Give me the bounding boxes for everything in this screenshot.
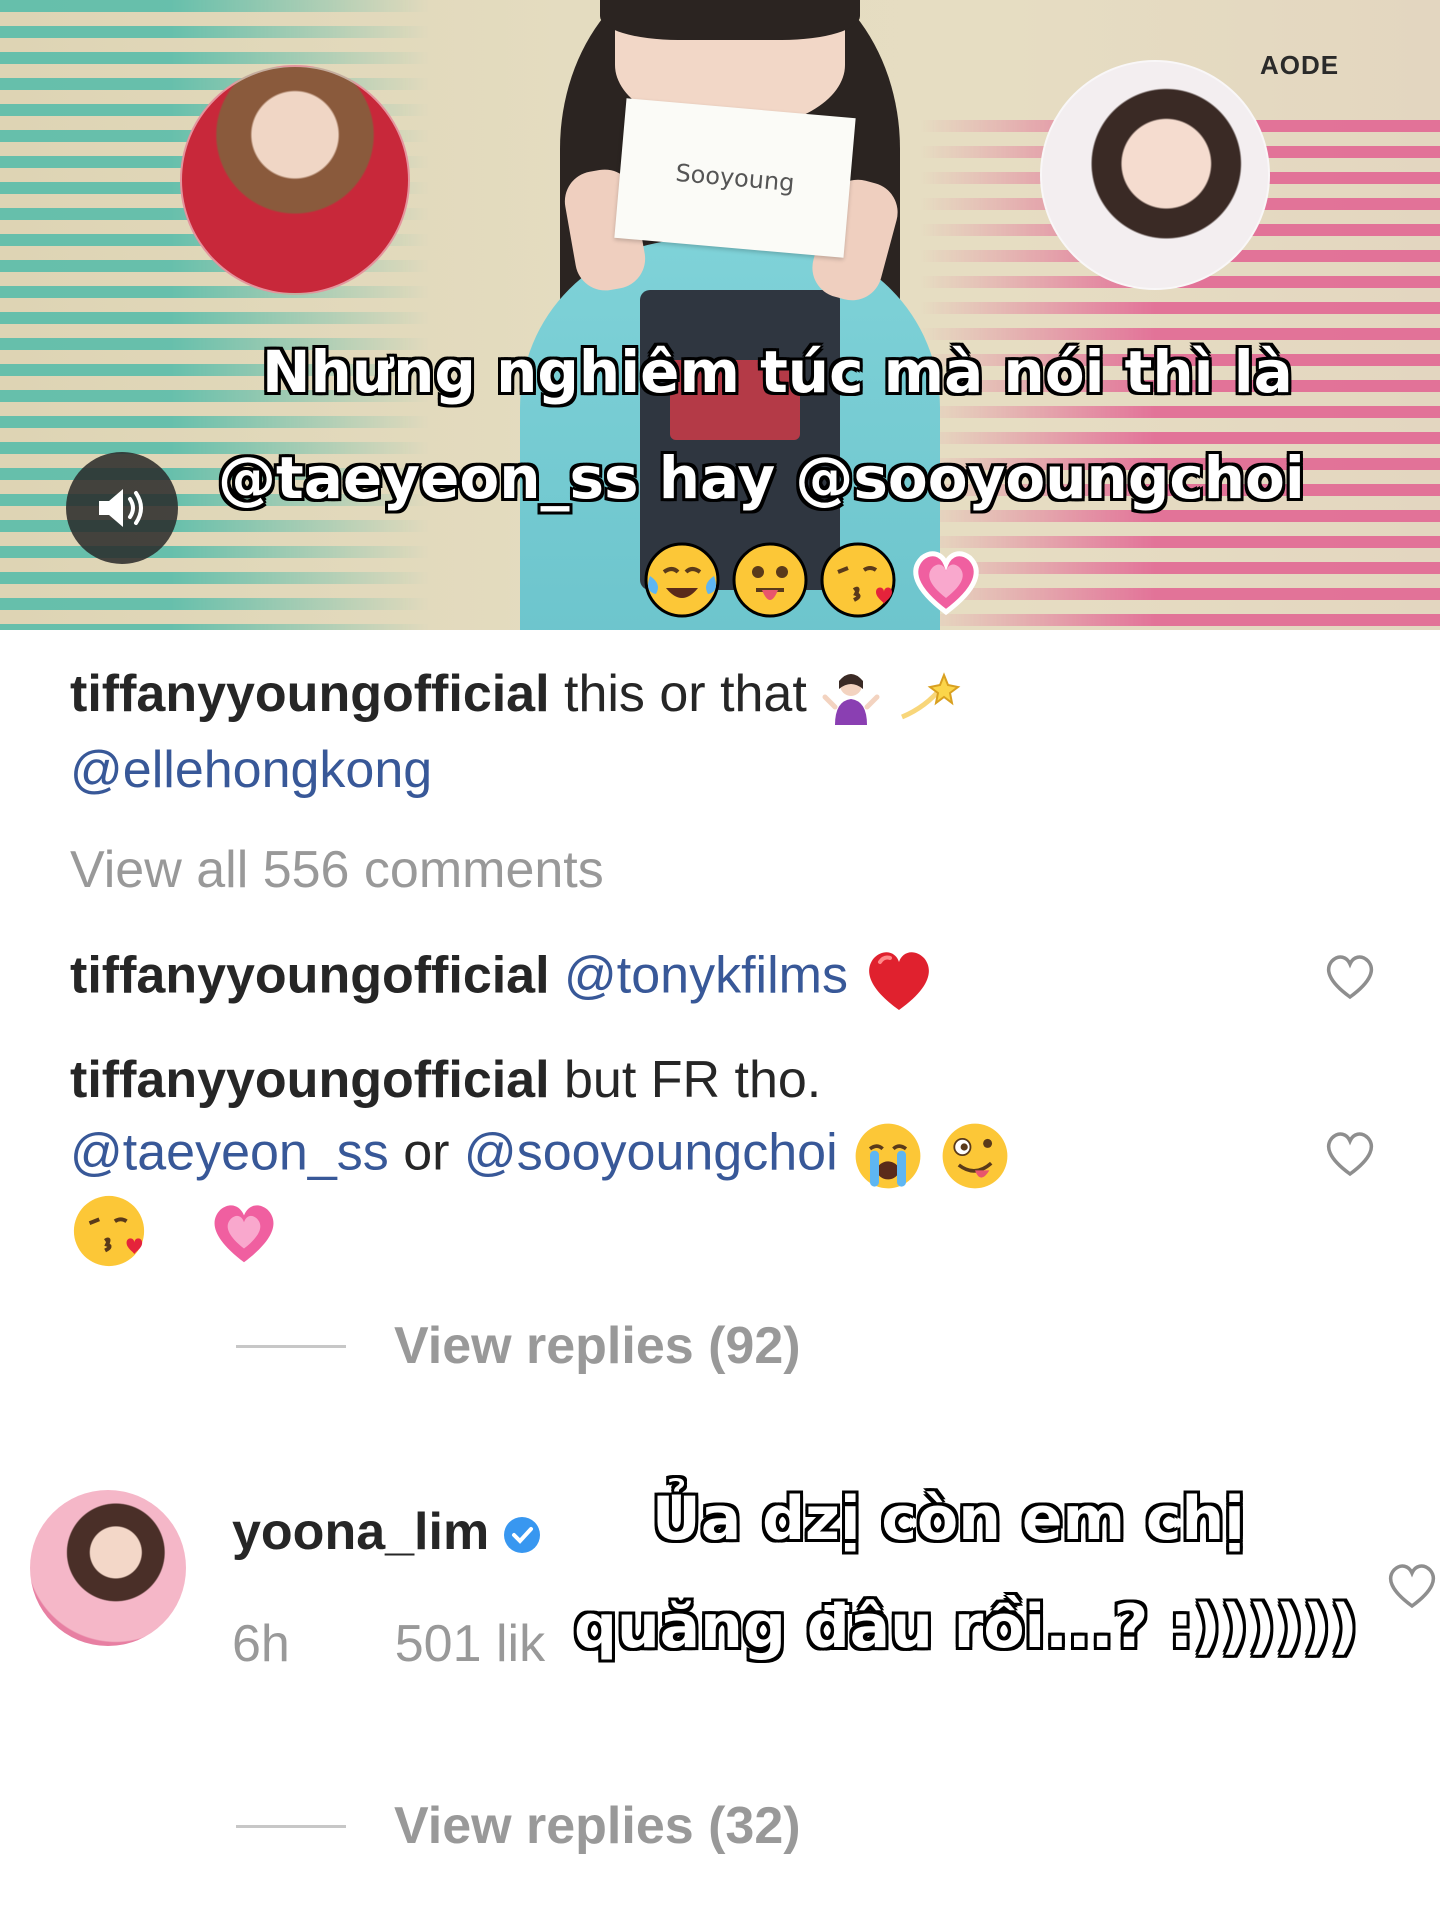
person-shrugging-icon [822, 674, 880, 726]
comment-2-username[interactable]: tiffanyyoungofficial [70, 1051, 550, 1109]
view-replies-label[interactable]: View replies (92) [394, 1316, 801, 1376]
growing-heart-icon [214, 1205, 274, 1263]
view-replies-32[interactable]: View replies (32) [236, 1796, 801, 1856]
comment-2-mention-1[interactable]: @taeyeon_ss [70, 1124, 389, 1182]
like-heart-icon[interactable] [1384, 1560, 1440, 1610]
face-blowing-kiss-icon [73, 1195, 145, 1267]
view-all-comments-link[interactable]: View all 556 comments [70, 840, 604, 900]
comment-2-line1: tiffanyyoungofficial but FR tho. [70, 1050, 821, 1110]
view-replies-92[interactable]: View replies (92) [236, 1316, 801, 1376]
zany-face-icon [942, 1123, 1007, 1189]
overlay-bottom-line2: quăng đâu rồi...? :)))))) [574, 1592, 1358, 1662]
overlay-caption-line2: @taeyeon_ss hay @sooyoungchoi [218, 444, 1305, 512]
watermark: AODE [1260, 50, 1340, 80]
face-with-tears-icon [644, 542, 720, 618]
growing-heart-icon [913, 551, 979, 616]
view-replies-label[interactable]: View replies (32) [394, 1796, 801, 1856]
caption-username[interactable]: tiffanyyoungofficial [70, 665, 550, 723]
dizzy-icon [900, 672, 961, 720]
comment-3-likes[interactable]: 501 lik [395, 1615, 545, 1673]
comment-3-line1: yoona_lim [232, 1502, 540, 1562]
comment-1-username[interactable]: tiffanyyoungofficial [70, 947, 550, 1005]
comment-2-line2: @taeyeon_ss or @sooyoungchoi [70, 1120, 1011, 1192]
reply-divider [236, 1344, 346, 1348]
video-frame[interactable]: Sooyoung AODE Nhưng nghiêm túc mà nói th… [0, 0, 1440, 630]
comments-section [0, 630, 1440, 1920]
caption-mention[interactable]: @ellehongkong [70, 740, 432, 800]
like-heart-icon[interactable] [1322, 951, 1378, 1001]
comment-1-mention[interactable]: @tonykfilms [564, 947, 848, 1005]
like-heart-icon[interactable] [1322, 1128, 1378, 1178]
video-person [520, 0, 940, 630]
reply-divider [236, 1824, 346, 1828]
overlay-emoji-row [642, 540, 986, 620]
comment-2-line3 [70, 1192, 283, 1270]
comment-2-text: but FR tho. [564, 1051, 822, 1109]
comment-3-meta: 6h 501 lik [232, 1614, 545, 1674]
red-heart-icon [869, 952, 930, 1010]
avatar-left-circle [180, 65, 410, 295]
face-blowing-kiss-icon [820, 542, 896, 618]
comment-1: tiffanyyoungofficial @tonykfilms [70, 944, 936, 1014]
caption-text: this or that [564, 665, 807, 723]
comment-3-time: 6h [232, 1615, 290, 1673]
comment-2-mention-2[interactable]: @sooyoungchoi [464, 1124, 838, 1182]
verified-badge-icon [503, 1517, 540, 1554]
overlay-caption-line1: Nhưng nghiêm túc mà nói thì là [262, 338, 1293, 406]
speaker-icon [99, 489, 143, 527]
comment-3-username[interactable]: yoona_lim [232, 1503, 489, 1561]
speaker-button[interactable] [66, 452, 178, 564]
loudly-crying-face-icon [855, 1123, 921, 1189]
avatar-right-circle [1040, 60, 1270, 290]
name-card: Sooyoung [614, 98, 856, 258]
name-card-text: Sooyoung [674, 158, 796, 198]
caption-line: tiffanyyoungofficial this or that [70, 664, 966, 727]
overlay-bottom-line1: Ủa dzị còn em chị [652, 1484, 1245, 1554]
avatar[interactable] [30, 1490, 186, 1646]
comment-2-connector: or [403, 1123, 450, 1182]
face-with-tongue-icon [732, 542, 808, 618]
